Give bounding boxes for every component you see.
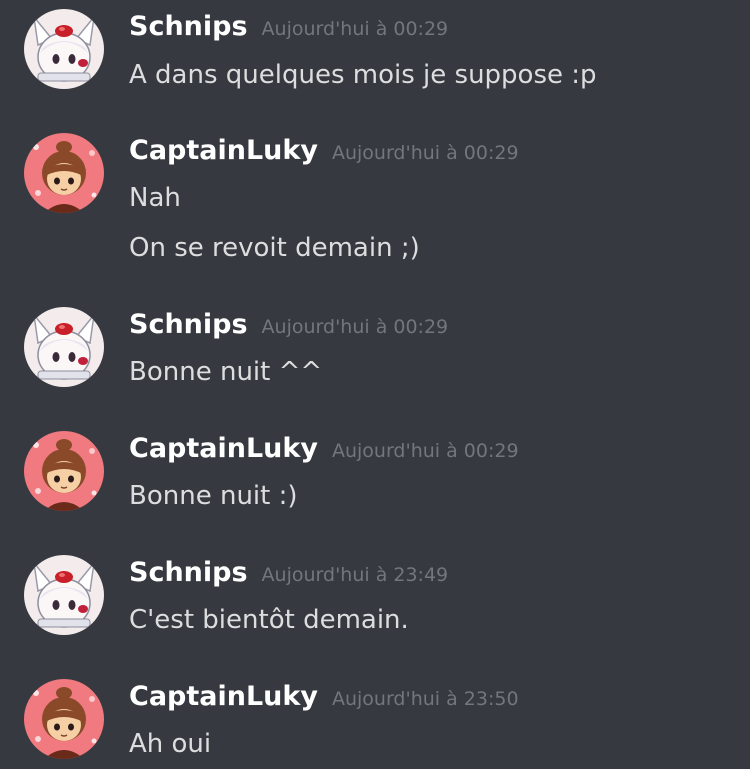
timestamp[interactable]: Aujourd'hui à 23:49: [262, 564, 449, 586]
message-header: CaptainLuky Aujourd'hui à 23:50: [129, 679, 519, 715]
timestamp[interactable]: Aujourd'hui à 00:29: [262, 18, 449, 40]
cat-girl-avatar-icon[interactable]: [24, 307, 104, 387]
message-text: Nah: [129, 183, 181, 213]
message-text: Bonne nuit :): [129, 481, 298, 511]
message-text: Bonne nuit ^^: [129, 357, 323, 387]
villager-avatar-icon[interactable]: [24, 133, 104, 213]
message-text: A dans quelques mois je suppose :p: [129, 60, 597, 90]
username[interactable]: Schnips: [129, 11, 248, 42]
cat-girl-avatar-icon[interactable]: [24, 555, 104, 635]
message-text: On se revoit demain ;): [129, 233, 420, 263]
message-header: CaptainLuky Aujourd'hui à 00:29: [129, 431, 519, 467]
message-header: CaptainLuky Aujourd'hui à 00:29: [129, 133, 519, 169]
username[interactable]: Schnips: [129, 309, 248, 340]
username[interactable]: Schnips: [129, 557, 248, 588]
message-header: Schnips Aujourd'hui à 00:29: [129, 307, 448, 343]
timestamp[interactable]: Aujourd'hui à 00:29: [332, 142, 519, 164]
timestamp[interactable]: Aujourd'hui à 00:29: [332, 440, 519, 462]
villager-avatar-icon[interactable]: [24, 431, 104, 511]
message-header: Schnips Aujourd'hui à 23:49: [129, 555, 448, 591]
username[interactable]: CaptainLuky: [129, 135, 318, 166]
timestamp[interactable]: Aujourd'hui à 00:29: [262, 316, 449, 338]
cat-girl-avatar-icon[interactable]: [24, 9, 104, 89]
username[interactable]: CaptainLuky: [129, 433, 318, 464]
message-text: C'est bientôt demain.: [129, 605, 409, 635]
timestamp[interactable]: Aujourd'hui à 23:50: [332, 688, 519, 710]
villager-avatar-icon[interactable]: [24, 679, 104, 759]
message-header: Schnips Aujourd'hui à 00:29: [129, 9, 448, 45]
message-text: Ah oui: [129, 729, 212, 759]
username[interactable]: CaptainLuky: [129, 681, 318, 712]
